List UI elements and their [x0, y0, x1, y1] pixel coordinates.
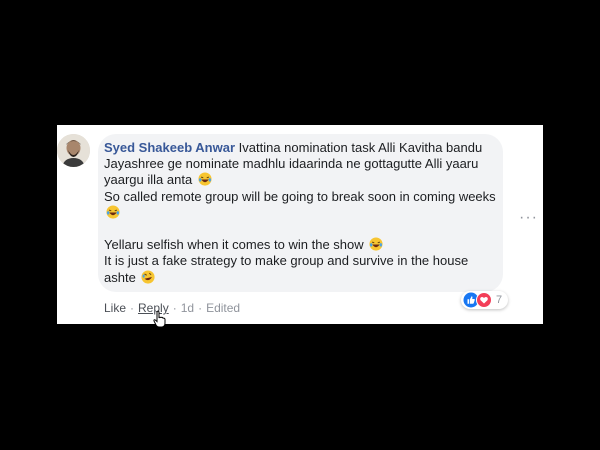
comment-line: Jayashree ge nominate madhlu idaarinda n… [104, 156, 479, 172]
comment-line: It is just a fake strategy to make group… [104, 253, 469, 269]
comment-timestamp[interactable]: 1d [181, 301, 194, 315]
laughing-emoji-icon [106, 205, 120, 219]
comment-line: Yellaru selfish when it comes to win the… [104, 237, 364, 253]
laughing-emoji-icon [369, 237, 383, 251]
hand-cursor-icon [153, 310, 166, 328]
separator-dot: · [130, 301, 135, 315]
reactions-summary[interactable]: 7 [461, 291, 509, 309]
comment-line: So called remote group will be going to … [104, 188, 496, 204]
comment-line: Ivattina nomination task Alli Kavitha ba… [238, 140, 483, 155]
comment-line: ashte [104, 269, 136, 285]
comment-text: Syed Shakeeb Anwar Ivattina nomination t… [104, 140, 502, 286]
laughing-emoji-icon [198, 172, 212, 186]
avatar-image [57, 134, 90, 167]
like-link[interactable]: Like [104, 301, 126, 315]
avatar[interactable] [57, 134, 90, 167]
separator-dot: · [198, 301, 203, 315]
reaction-count: 7 [496, 294, 503, 306]
more-options-icon[interactable]: ··· [519, 209, 538, 227]
comment-panel: Syed Shakeeb Anwar Ivattina nomination t… [57, 125, 543, 328]
comment-actions: Like · Reply · 1d · Edited [104, 301, 240, 315]
comment-line: yaargu illa anta [104, 172, 193, 188]
edited-label[interactable]: Edited [206, 301, 240, 315]
comment-bubble: Syed Shakeeb Anwar Ivattina nomination t… [98, 134, 503, 292]
comment-author[interactable]: Syed Shakeeb Anwar [104, 140, 235, 155]
separator-dot: · [172, 301, 177, 315]
rolling-laughing-emoji-icon [141, 270, 155, 284]
love-icon [476, 292, 492, 308]
